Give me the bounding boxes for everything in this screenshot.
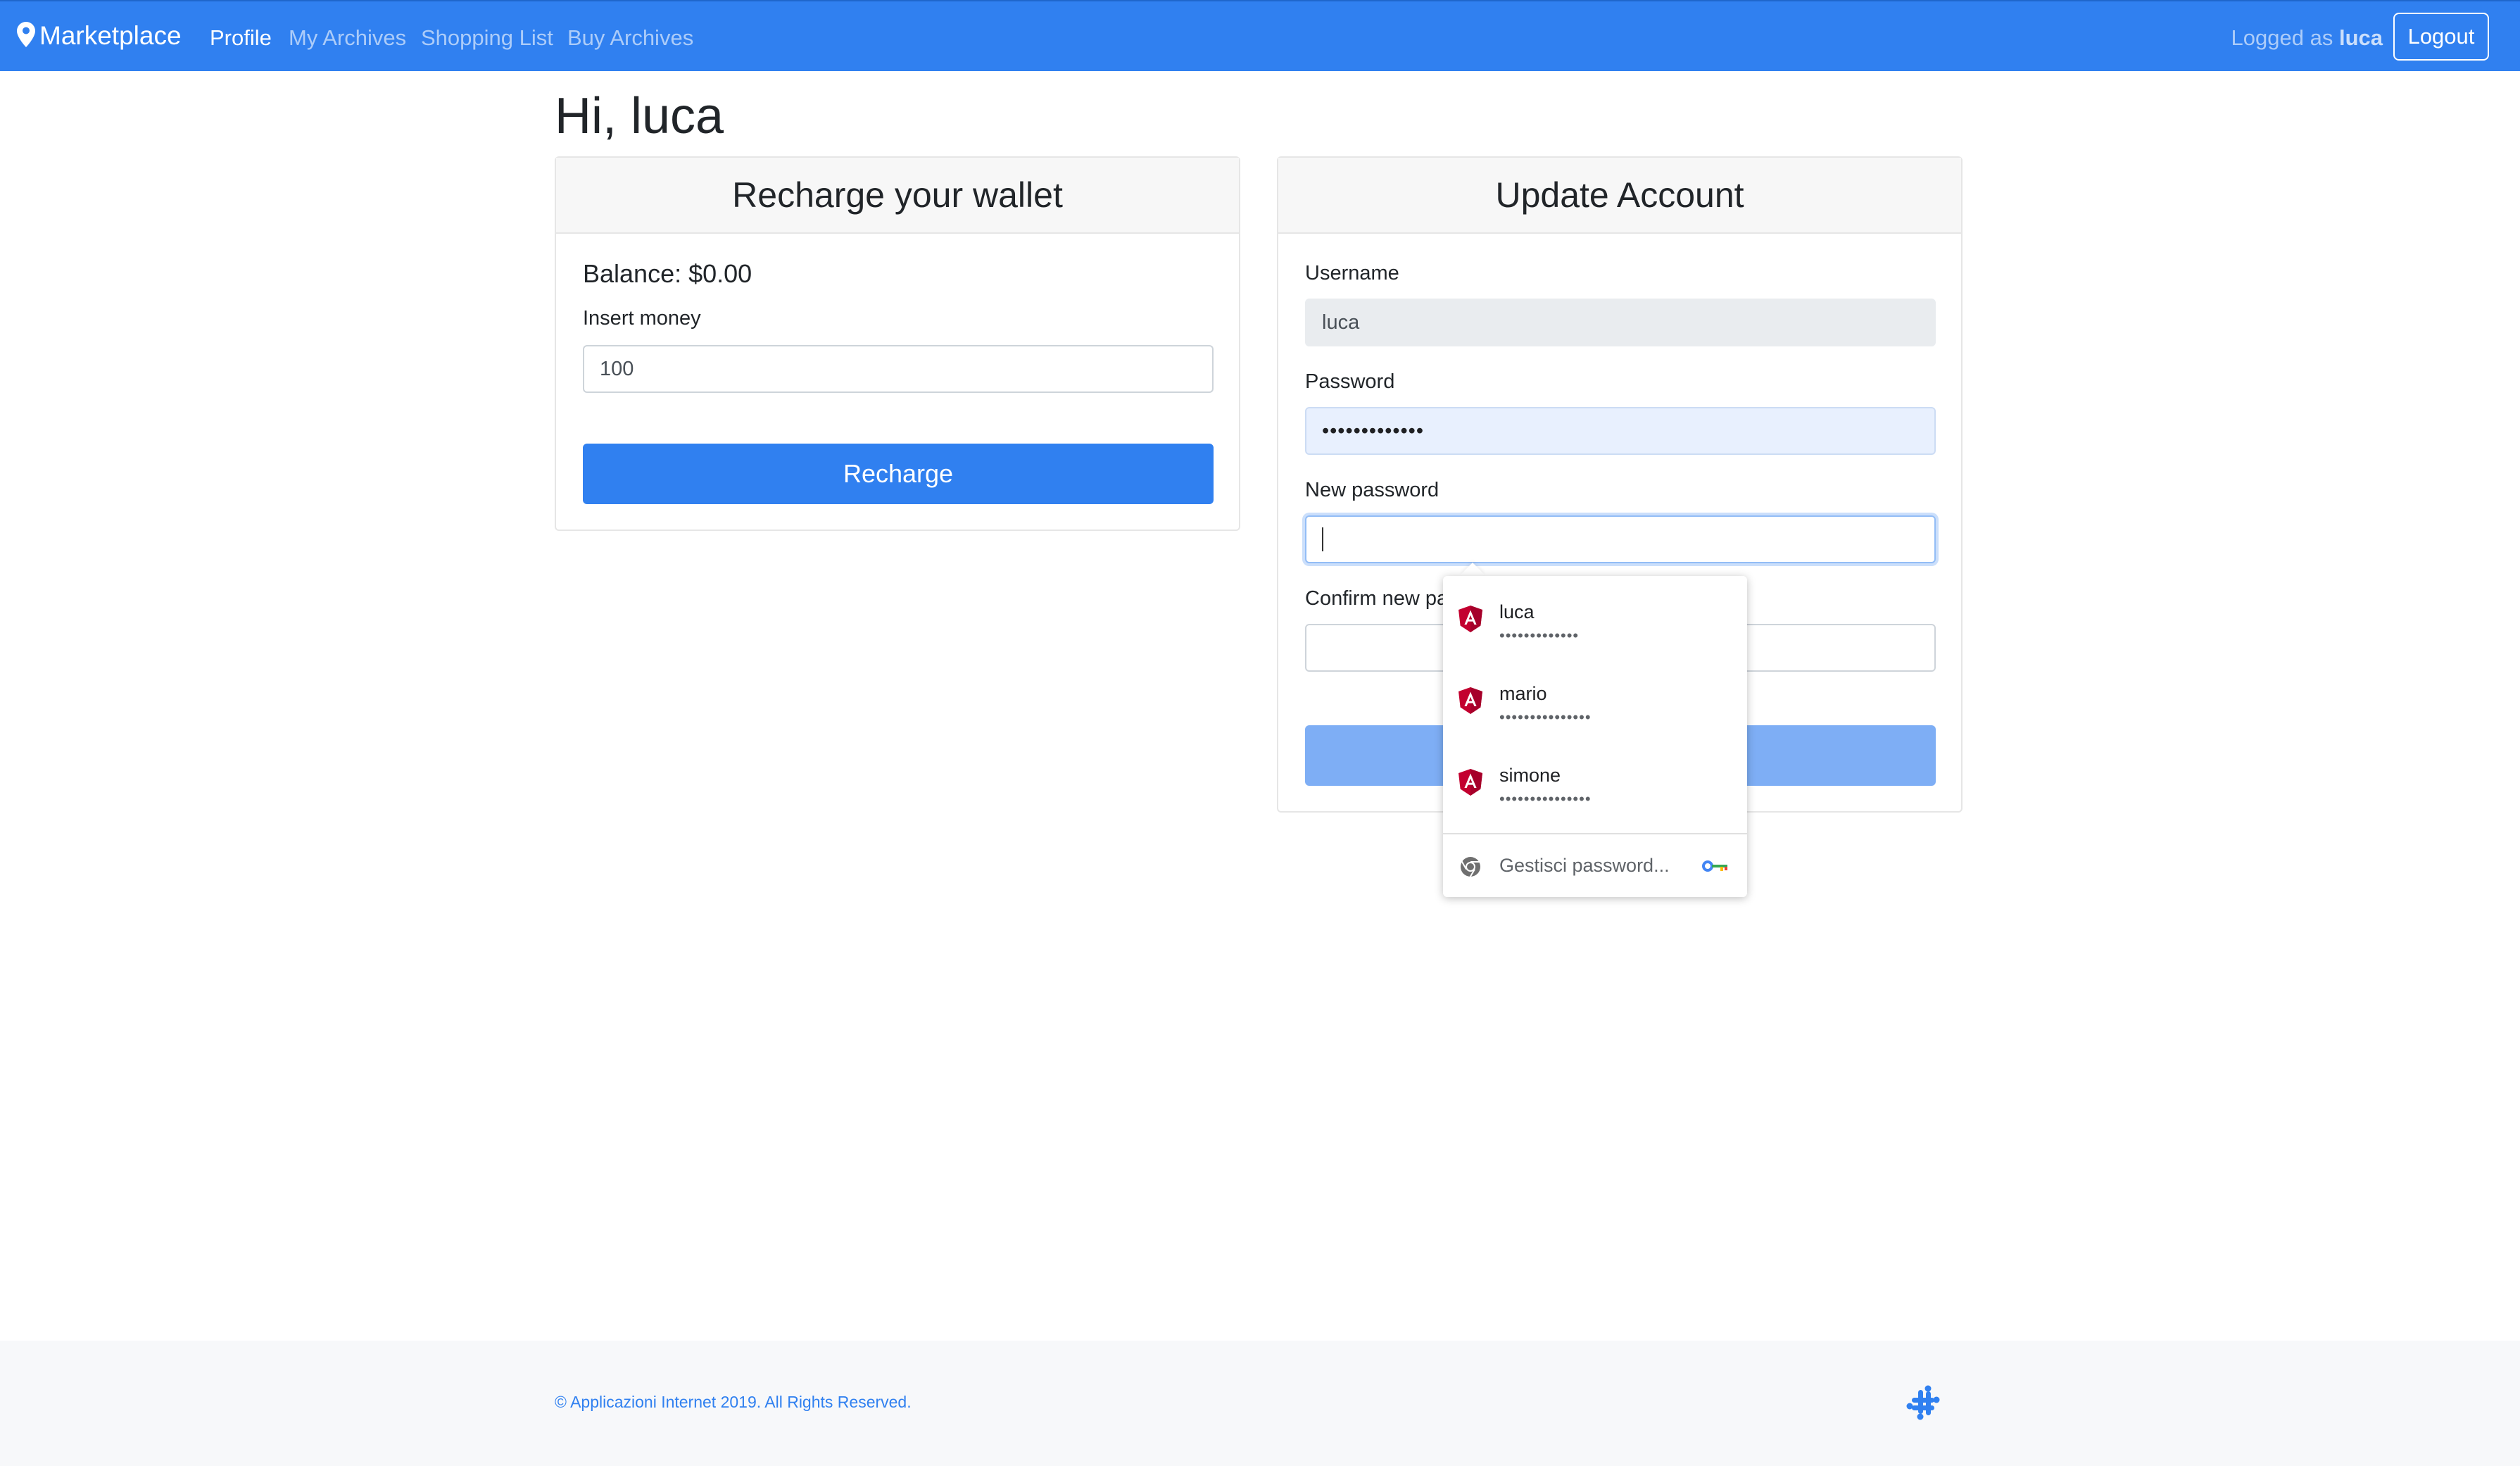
saved-username: simone [1499,765,1561,786]
password-autofill-popup: luca ••••••••••••• mario •••••••••••••••… [1443,576,1747,897]
saved-password-dots: ••••••••••••••• [1499,790,1592,808]
chrome-icon [1460,856,1481,881]
recharge-button[interactable]: Recharge [583,444,1214,504]
nav-my-archives[interactable]: My Archives [289,25,406,51]
password-input[interactable]: ••••••••••••• [1305,407,1936,455]
confirm-password-label: Confirm new pa [1305,587,1449,610]
logout-button[interactable]: Logout [2393,13,2489,61]
logged-as-text: Logged as luca [2231,25,2383,51]
new-password-label: New password [1305,479,1439,501]
nav-shopping-list[interactable]: Shopping List [421,25,553,51]
saved-password-item-simone[interactable]: simone ••••••••••••••• [1443,745,1747,827]
insert-money-input[interactable]: 100 [583,345,1214,393]
new-password-input[interactable] [1305,515,1936,563]
saved-password-dots: ••••••••••••••• [1499,708,1592,726]
manage-passwords-item[interactable]: Gestisci password... [1443,835,1747,897]
key-icon [1702,858,1730,878]
angular-icon [1459,769,1482,796]
insert-money-label: Insert money [583,307,701,330]
angular-icon [1459,606,1482,632]
saved-password-dots: ••••••••••••• [1499,627,1580,644]
footer: © Applicazioni Internet 2019. All Rights… [0,1341,2520,1466]
saved-password-item-mario[interactable]: mario ••••••••••••••• [1443,663,1747,745]
update-account-title: Update Account [1278,158,1961,234]
nav-profile[interactable]: Profile [210,25,272,51]
copyright-text: © Applicazioni Internet 2019. All Rights… [555,1393,912,1411]
manage-passwords-label: Gestisci password... [1499,855,1670,876]
brand-text: Marketplace [39,21,182,50]
password-label: Password [1305,370,1395,393]
logged-username: luca [2338,25,2383,50]
slack-icon[interactable] [1905,1384,1941,1424]
saved-username: luca [1499,601,1535,622]
saved-password-item-luca[interactable]: luca ••••••••••••• [1443,582,1747,663]
brand-link[interactable]: Marketplace [17,21,182,51]
logged-as-prefix: Logged as [2231,25,2333,50]
angular-icon [1459,687,1482,714]
text-cursor [1322,527,1323,551]
username-label: Username [1305,262,1399,284]
popup-divider [1443,833,1747,834]
wallet-card: Recharge your wallet Balance: $0.00 Inse… [555,156,1240,531]
nav-buy-archives[interactable]: Buy Archives [567,25,693,51]
wallet-card-title: Recharge your wallet [556,158,1239,234]
username-input[interactable]: luca [1305,299,1936,346]
balance-text: Balance: $0.00 [583,259,752,288]
page-title: Hi, luca [555,88,724,144]
saved-username: mario [1499,683,1547,704]
map-marker-icon [17,21,35,51]
navbar: Marketplace Profile My Archives Shopping… [0,0,2520,71]
